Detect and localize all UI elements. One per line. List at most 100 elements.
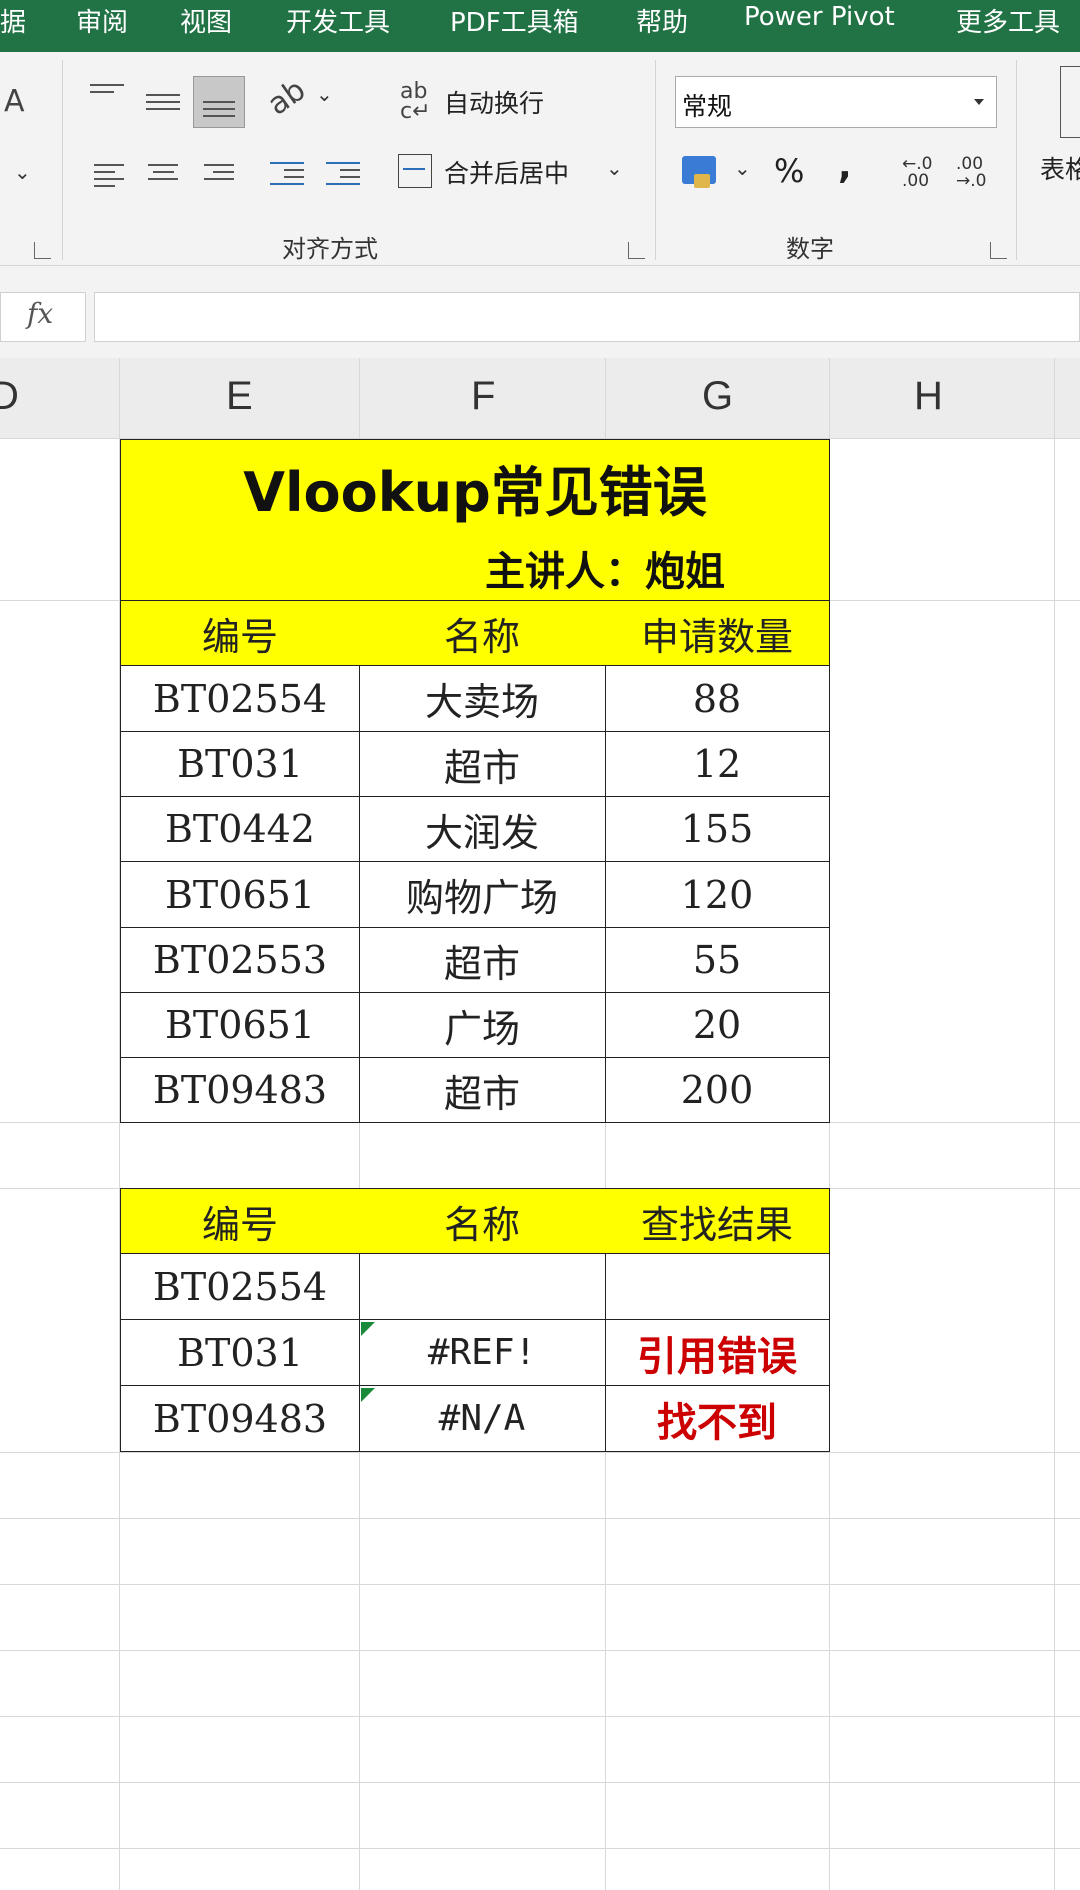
table-header-cell[interactable]: 查找结果 <box>605 1188 830 1254</box>
grid-line <box>0 1716 1080 1717</box>
table-cell[interactable]: 大润发 <box>359 797 606 862</box>
table-header-cell[interactable]: 编号 <box>120 600 360 666</box>
number-format-select[interactable]: 常规 <box>675 76 997 128</box>
number-group-label: 数字 <box>786 235 834 263</box>
table-cell[interactable]: 广场 <box>359 993 606 1058</box>
table-cell[interactable]: 55 <box>605 928 830 993</box>
table-cell[interactable]: BT02553 <box>120 928 360 993</box>
group-separator <box>1016 60 1017 260</box>
table-cell[interactable]: BT0442 <box>120 797 360 862</box>
table-header-cell[interactable]: 编号 <box>120 1188 360 1254</box>
table-cell[interactable]: 购物广场 <box>359 862 606 928</box>
align-top-icon[interactable] <box>90 84 124 98</box>
table-header-cell[interactable]: 名称 <box>359 600 606 666</box>
tab-review[interactable]: 审阅 <box>76 2 128 39</box>
table-cell[interactable]: BT09483 <box>120 1058 360 1123</box>
tab-help[interactable]: 帮助 <box>636 2 688 39</box>
percent-style-button[interactable]: % <box>774 152 804 190</box>
tab-pdf-tools[interactable]: PDF工具箱 <box>450 2 579 39</box>
grid-line <box>0 1584 1080 1585</box>
table-cell[interactable]: 大卖场 <box>359 666 606 732</box>
presenter-label[interactable]: 主讲人：炮姐 <box>440 538 770 598</box>
table-cell[interactable]: 引用错误 <box>605 1320 830 1386</box>
column-header-f[interactable]: F <box>471 374 495 419</box>
table-cell[interactable]: 88 <box>605 666 830 732</box>
table-cell[interactable]: BT031 <box>120 732 360 797</box>
table-cell[interactable]: 找不到 <box>605 1386 830 1452</box>
alignment-dialog-launcher-icon[interactable] <box>628 242 645 259</box>
chevron-down-icon[interactable]: ⌄ <box>14 160 31 184</box>
increase-indent-icon[interactable] <box>326 162 360 190</box>
tab-developer[interactable]: 开发工具 <box>286 2 390 39</box>
table-header-cell[interactable]: 名称 <box>359 1188 606 1254</box>
table-cell[interactable]: BT031 <box>120 1320 360 1386</box>
group-separator <box>62 60 63 260</box>
table-cell[interactable]: BT0651 <box>120 862 360 928</box>
table-cell[interactable]: #REF! <box>359 1320 606 1386</box>
table-cell[interactable]: BT02554 <box>120 666 360 732</box>
table-cell[interactable]: BT0651 <box>120 993 360 1058</box>
group-separator <box>655 60 656 260</box>
chevron-down-icon[interactable]: ⌄ <box>606 156 623 180</box>
table-cell[interactable] <box>359 1254 606 1320</box>
tab-power-pivot[interactable]: Power Pivot <box>744 2 895 32</box>
fx-icon: fx <box>27 297 54 330</box>
column-header-e[interactable]: E <box>226 374 253 419</box>
font-grow-icon[interactable]: A <box>4 84 25 119</box>
table-cell[interactable]: 超市 <box>359 1058 606 1123</box>
table-cell[interactable]: #N/A <box>359 1386 606 1452</box>
table-cell[interactable]: BT02554 <box>120 1254 360 1320</box>
align-center-icon[interactable] <box>148 164 178 185</box>
grid-line <box>1054 358 1055 1890</box>
table-cell[interactable]: 超市 <box>359 732 606 797</box>
align-middle-icon[interactable] <box>146 94 180 115</box>
comma-style-button[interactable]: , <box>838 146 852 187</box>
table-cell[interactable]: 155 <box>605 797 830 862</box>
table-cell[interactable]: 超市 <box>359 928 606 993</box>
tab-data[interactable]: 据 <box>0 2 26 39</box>
accounting-format-icon[interactable] <box>682 156 716 188</box>
grid-line <box>0 1650 1080 1651</box>
table-cell[interactable]: 200 <box>605 1058 830 1123</box>
format-as-table-button[interactable]: 表格 <box>1040 150 1080 186</box>
table-cell[interactable]: 20 <box>605 993 830 1058</box>
column-header-row: D E F G H <box>0 358 1080 439</box>
error-indicator-icon[interactable] <box>361 1322 375 1336</box>
font-dialog-launcher-icon[interactable] <box>34 242 51 259</box>
tab-more-tools[interactable]: 更多工具 <box>956 2 1060 39</box>
insert-function-button[interactable]: fx <box>0 292 86 342</box>
table-cell[interactable]: 120 <box>605 862 830 928</box>
table-cell[interactable] <box>605 1254 830 1320</box>
wrap-text-button[interactable]: 自动换行 <box>444 84 544 120</box>
chevron-down-icon[interactable] <box>974 99 984 105</box>
decrease-decimal-icon[interactable]: .00 →.0 <box>956 156 986 190</box>
merge-center-icon[interactable] <box>398 154 432 188</box>
increase-decimal-icon[interactable]: ←.0.00 <box>902 156 932 190</box>
table-cell[interactable]: BT09483 <box>120 1386 360 1452</box>
format-as-table-icon[interactable] <box>1060 66 1080 138</box>
number-format-value: 常规 <box>682 92 733 121</box>
orientation-icon[interactable]: ab <box>261 72 312 122</box>
column-header-h[interactable]: H <box>914 374 943 419</box>
sheet-title[interactable]: Vlookup常见错误 <box>120 444 830 530</box>
formula-input[interactable] <box>94 292 1080 342</box>
grid-line <box>829 600 1080 601</box>
merge-center-button[interactable]: 合并后居中 <box>444 154 569 190</box>
number-dialog-launcher-icon[interactable] <box>990 242 1007 259</box>
table-cell[interactable]: 12 <box>605 732 830 797</box>
align-bottom-icon <box>203 101 235 122</box>
chevron-down-icon[interactable]: ⌄ <box>316 82 333 106</box>
grid-line <box>0 1782 1080 1783</box>
align-bottom-button[interactable] <box>193 76 245 128</box>
align-right-icon[interactable] <box>204 164 234 185</box>
tab-view[interactable]: 视图 <box>180 2 232 39</box>
align-left-icon[interactable] <box>94 164 124 192</box>
table-header-cell[interactable]: 申请数量 <box>605 600 830 666</box>
error-indicator-icon[interactable] <box>361 1388 375 1402</box>
chevron-down-icon[interactable]: ⌄ <box>734 156 751 180</box>
wrap-text-icon[interactable]: ab c↵ <box>400 81 431 123</box>
ribbon: A ⌄ ab ⌄ ab c↵ 自动换行 合并后居中 ⌄ 对齐方式 常规 ⌄ % ,… <box>0 52 1080 266</box>
decrease-indent-icon[interactable] <box>270 162 304 190</box>
column-header-d[interactable]: D <box>0 374 19 419</box>
column-header-g[interactable]: G <box>702 374 733 419</box>
